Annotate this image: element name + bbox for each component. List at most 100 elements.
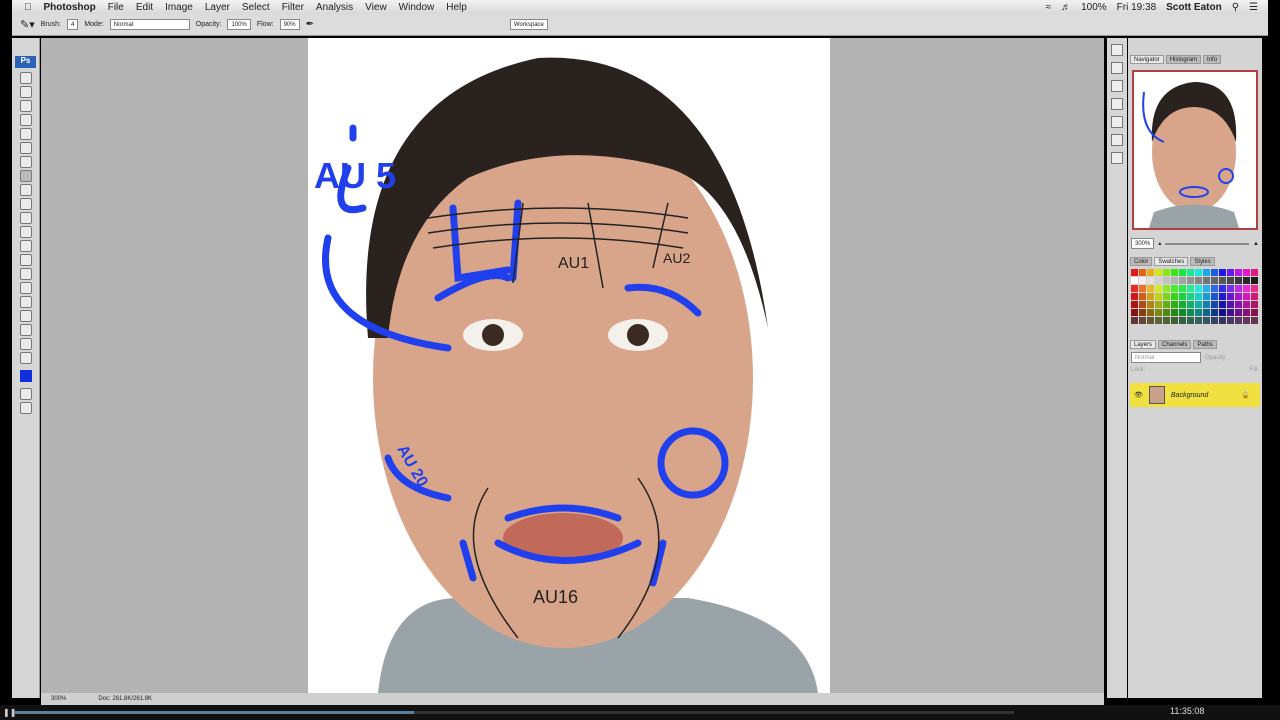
swatch[interactable] (1139, 285, 1146, 292)
type-tool-icon[interactable] (20, 282, 32, 294)
swatch[interactable] (1163, 269, 1170, 276)
swatch[interactable] (1155, 301, 1162, 308)
list-icon[interactable]: ☰ (1249, 2, 1258, 13)
swatch[interactable] (1211, 285, 1218, 292)
swatch[interactable] (1195, 309, 1202, 316)
clock[interactable]: Fri 19:38 (1117, 2, 1156, 13)
swatch[interactable] (1227, 285, 1234, 292)
document-canvas[interactable]: AU1 AU2 AU 5 AU 20 AU16 (308, 38, 830, 693)
path-select-tool-icon[interactable] (20, 296, 32, 308)
swatch[interactable] (1227, 301, 1234, 308)
swatch[interactable] (1211, 317, 1218, 324)
swatch[interactable] (1131, 269, 1138, 276)
swatch[interactable] (1179, 277, 1186, 284)
swatch[interactable] (1219, 269, 1226, 276)
menu-select[interactable]: Select (242, 2, 270, 13)
swatch[interactable] (1147, 301, 1154, 308)
quick-mask-icon[interactable] (20, 388, 32, 400)
swatch[interactable] (1203, 285, 1210, 292)
swatch[interactable] (1131, 285, 1138, 292)
marquee-tool-icon[interactable] (20, 86, 32, 98)
screen-mode-icon[interactable] (20, 402, 32, 414)
menu-edit[interactable]: Edit (136, 2, 153, 13)
brush-tool-icon[interactable]: ✎▾ (20, 18, 35, 31)
swatch[interactable] (1187, 309, 1194, 316)
canvas-area[interactable]: AU1 AU2 AU 5 AU 20 AU16 (41, 38, 1104, 693)
menu-analysis[interactable]: Analysis (316, 2, 353, 13)
swatch[interactable] (1179, 317, 1186, 324)
swatch[interactable] (1131, 293, 1138, 300)
swatch[interactable] (1147, 269, 1154, 276)
history-brush-tool-icon[interactable] (20, 198, 32, 210)
menu-app[interactable]: Photoshop (44, 2, 96, 13)
tab-histogram[interactable]: Histogram (1165, 55, 1202, 64)
battery-status[interactable]: 100% (1081, 2, 1107, 13)
swatch[interactable] (1187, 285, 1194, 292)
swatch[interactable] (1243, 309, 1250, 316)
visibility-eye-icon[interactable]: 👁 (1134, 391, 1143, 399)
swatch[interactable] (1195, 269, 1202, 276)
swatch[interactable] (1243, 317, 1250, 324)
swatch[interactable] (1147, 293, 1154, 300)
navigator-zoom-slider[interactable] (1165, 242, 1250, 245)
swatch[interactable] (1187, 317, 1194, 324)
swatch[interactable] (1211, 301, 1218, 308)
swatch[interactable] (1219, 293, 1226, 300)
crop-tool-icon[interactable] (20, 128, 32, 140)
dock-navigator-icon[interactable] (1111, 44, 1123, 56)
swatch[interactable] (1211, 293, 1218, 300)
swatch[interactable] (1243, 293, 1250, 300)
opacity-input[interactable]: 100% (227, 19, 251, 30)
pen-tool-icon[interactable] (20, 268, 32, 280)
swatch[interactable] (1187, 269, 1194, 276)
swatch[interactable] (1227, 277, 1234, 284)
notes-tool-icon[interactable] (20, 324, 32, 336)
swatch[interactable] (1219, 301, 1226, 308)
swatch[interactable] (1235, 293, 1242, 300)
dock-paragraph-icon[interactable] (1111, 134, 1123, 146)
tab-color[interactable]: Color (1130, 257, 1153, 266)
swatch[interactable] (1187, 301, 1194, 308)
swatch[interactable] (1203, 301, 1210, 308)
swatch[interactable] (1243, 301, 1250, 308)
user-name[interactable]: Scott Eaton (1166, 2, 1222, 13)
zoom-tool-icon[interactable] (20, 352, 32, 364)
swatch[interactable] (1195, 277, 1202, 284)
swatch[interactable] (1179, 309, 1186, 316)
swatch[interactable] (1155, 317, 1162, 324)
swatch[interactable] (1195, 317, 1202, 324)
dock-brush-icon[interactable] (1111, 80, 1123, 92)
swatch[interactable] (1171, 317, 1178, 324)
swatch[interactable] (1203, 317, 1210, 324)
swatch[interactable] (1243, 277, 1250, 284)
dodge-tool-icon[interactable] (20, 254, 32, 266)
swatch[interactable] (1195, 293, 1202, 300)
swatch[interactable] (1131, 277, 1138, 284)
zoom-out-icon[interactable]: ▴ (1158, 240, 1161, 247)
swatch[interactable] (1195, 285, 1202, 292)
tab-layers[interactable]: Layers (1130, 340, 1157, 349)
swatch[interactable] (1171, 293, 1178, 300)
blur-tool-icon[interactable] (20, 240, 32, 252)
foreground-color-swatch[interactable] (20, 370, 32, 382)
swatch[interactable] (1139, 309, 1146, 316)
tab-paths[interactable]: Paths (1193, 340, 1217, 349)
swatch[interactable] (1155, 277, 1162, 284)
swatch[interactable] (1171, 285, 1178, 292)
swatch[interactable] (1139, 301, 1146, 308)
eyedropper-tool-icon[interactable] (20, 142, 32, 154)
swatch[interactable] (1155, 309, 1162, 316)
swatch[interactable] (1155, 285, 1162, 292)
menu-help[interactable]: Help (446, 2, 467, 13)
apple-icon[interactable]:  (24, 2, 32, 13)
swatch[interactable] (1171, 269, 1178, 276)
spotlight-icon[interactable]: ⚲ (1232, 2, 1239, 13)
menu-layer[interactable]: Layer (205, 2, 230, 13)
swatch[interactable] (1131, 309, 1138, 316)
doc-size[interactable]: Doc: 261.8K/261.8K (98, 696, 152, 702)
dock-stamp-icon[interactable] (1111, 98, 1123, 110)
swatch[interactable] (1163, 309, 1170, 316)
swatch[interactable] (1131, 317, 1138, 324)
navigator-zoom-input[interactable]: 300% (1131, 238, 1155, 249)
navigator-thumbnail[interactable] (1132, 70, 1258, 230)
